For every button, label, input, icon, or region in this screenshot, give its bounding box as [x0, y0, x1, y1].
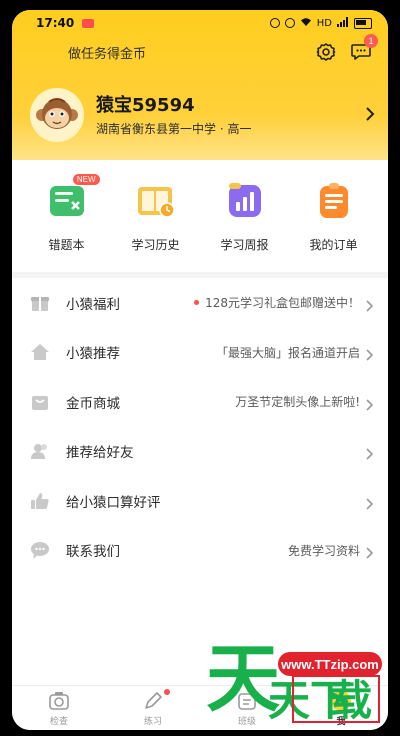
quick-action-label: 学习周报	[220, 238, 269, 252]
menu-item-share-friends[interactable]: 推荐给好友	[12, 427, 388, 477]
quick-actions: NEW 错题本 学习历史 学习周报 我的订单	[12, 172, 388, 270]
quick-action-label: 学习历史	[131, 238, 180, 252]
clock-icon	[284, 18, 295, 28]
camera-icon	[48, 690, 70, 712]
wrong-notebook-icon: NEW	[46, 174, 100, 222]
menu-label: 推荐给好友	[66, 445, 134, 462]
task-link[interactable]: 做任务得金币	[68, 43, 146, 62]
unread-dot	[194, 300, 200, 306]
screen-record-icon	[82, 18, 95, 28]
menu-item-recommend[interactable]: 小猿推荐 「最强大脑」报名通道开启	[12, 328, 388, 378]
status-time: 17:40	[36, 16, 75, 30]
menu-value: 128元学习礼盒包邮赠送中！	[194, 294, 360, 311]
top-bar: 做任务得金币 1	[12, 34, 388, 64]
phone-frame: 17:40 HD 做任务得金币 1 猿宝59594 湖南省衡东县第一中学 · 高…	[0, 0, 400, 736]
chat-icon	[30, 540, 50, 560]
network-type: HD	[316, 17, 332, 29]
menu-value: 免费学习资料	[287, 543, 360, 558]
profile-header: 17:40 HD 做任务得金币 1 猿宝59594 湖南省衡东县第一中学 · 高…	[12, 10, 388, 160]
friends-icon	[30, 441, 50, 461]
status-icons: HD	[269, 16, 372, 30]
user-name: 猿宝59594	[96, 95, 195, 116]
menu-label: 联系我们	[66, 544, 120, 561]
tab-label: 练习	[143, 716, 162, 727]
orders-icon	[313, 180, 355, 222]
menu-item-contact[interactable]: 联系我们 免费学习资料	[12, 526, 388, 576]
quick-action-label: 错题本	[48, 238, 85, 252]
chevron-right-icon	[364, 297, 374, 312]
pencil-icon	[142, 690, 164, 712]
chevron-right-icon	[364, 495, 374, 510]
chevron-right-icon	[364, 544, 374, 559]
new-badge: NEW	[72, 174, 100, 185]
quick-action-weekly-report[interactable]: 学习周报	[206, 172, 284, 270]
mall-icon	[30, 392, 50, 412]
settings-gear-icon[interactable]	[316, 42, 336, 62]
menu-label: 小猿推荐	[66, 346, 120, 363]
watermark-url: www.TTzip.com	[278, 652, 382, 676]
tab-label: 检查	[49, 716, 68, 727]
user-school: 湖南省衡东县第一中学 · 高一	[96, 122, 252, 136]
menu-label: 小猿福利	[66, 296, 120, 313]
battery-icon	[354, 17, 372, 29]
gift-icon	[30, 293, 50, 313]
monkey-avatar[interactable]	[30, 88, 84, 142]
menu-item-welfare[interactable]: 小猿福利 128元学习礼盒包邮赠送中！	[12, 278, 388, 328]
study-history-icon	[135, 180, 177, 222]
settings-menu: 小猿福利 128元学习礼盒包邮赠送中！ 小猿推荐 「最强大脑」报名通道开启 金币…	[12, 278, 388, 575]
chevron-right-icon	[364, 346, 374, 361]
menu-label: 给小猿口算好评	[66, 494, 161, 511]
watermark-highlight-box	[292, 675, 380, 723]
alarm-icon	[269, 18, 280, 28]
chevron-right-icon[interactable]	[364, 106, 376, 121]
status-bar: 17:40 HD	[12, 10, 388, 36]
quick-action-wrong-notebook[interactable]: NEW 错题本	[28, 172, 106, 270]
chevron-right-icon	[364, 396, 374, 411]
thumbs-up-icon	[30, 491, 50, 511]
menu-value: 万圣节定制头像上新啦!	[235, 395, 360, 410]
menu-value: 「最强大脑」报名通道开启	[215, 345, 360, 360]
menu-label: 金币商城	[66, 395, 120, 412]
message-badge: 1	[364, 34, 378, 48]
quick-action-label: 我的订单	[309, 238, 358, 252]
notification-dot	[164, 689, 170, 695]
menu-item-rate-app[interactable]: 给小猿口算好评	[12, 476, 388, 526]
menu-value-text: 128元学习礼盒包邮赠送中！	[205, 296, 360, 311]
app-screen: 17:40 HD 做任务得金币 1 猿宝59594 湖南省衡东县第一中学 · 高…	[12, 10, 388, 730]
menu-item-coin-mall[interactable]: 金币商城 万圣节定制头像上新啦!	[12, 377, 388, 427]
quick-action-orders[interactable]: 我的订单	[295, 172, 373, 270]
home-icon	[30, 342, 50, 362]
chevron-right-icon	[364, 445, 374, 460]
profile-card[interactable]: 猿宝59594 湖南省衡东县第一中学 · 高一	[30, 88, 375, 144]
tab-practice[interactable]: 练习	[118, 686, 188, 730]
weekly-report-icon	[224, 180, 266, 222]
quick-action-study-history[interactable]: 学习历史	[117, 172, 195, 270]
signal-icon	[337, 16, 349, 30]
tab-check[interactable]: 检查	[24, 686, 94, 730]
wifi-icon	[300, 17, 312, 30]
